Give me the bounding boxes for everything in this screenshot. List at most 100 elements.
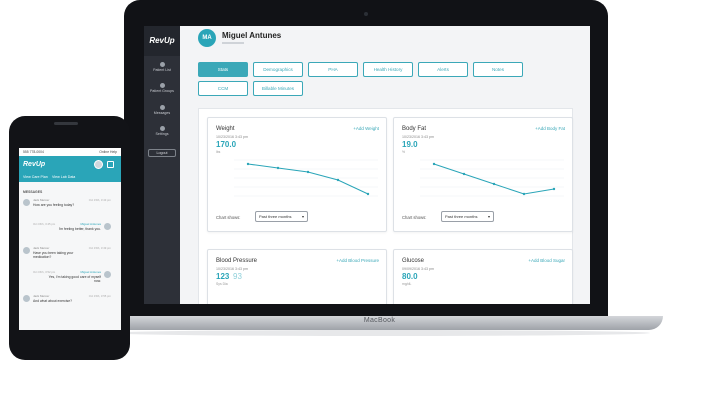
chevron-down-icon: ▾ bbox=[487, 214, 490, 219]
avatar bbox=[23, 199, 30, 206]
main-content: MA Miguel Antunes Stats Demographics PHA… bbox=[180, 26, 590, 304]
tab-billable-minutes[interactable]: Billable Minutes bbox=[253, 81, 303, 96]
patient-name: Miguel Antunes bbox=[222, 31, 282, 40]
card-value: 170.0 bbox=[216, 140, 237, 149]
online-help-link[interactable]: Online Help bbox=[99, 150, 117, 154]
message-item: Miguel Antunes Oct 15th, 3:45 pm I'm feeli… bbox=[19, 222, 115, 244]
message-time: Oct 15th, 3:49 pm bbox=[88, 246, 111, 250]
chart-range-value: Past three months bbox=[445, 214, 478, 219]
avatar bbox=[104, 223, 111, 230]
add-weight-link[interactable]: +Add Weight bbox=[353, 126, 379, 131]
sidebar-item-settings[interactable]: Settings bbox=[144, 126, 180, 136]
add-blood-pressure-link[interactable]: +Add Blood Pressure bbox=[336, 258, 379, 263]
avatar[interactable] bbox=[94, 160, 103, 169]
card-value: 19.0 bbox=[402, 140, 418, 149]
chart-range-value: Past three months bbox=[259, 214, 292, 219]
trend-point bbox=[246, 162, 250, 166]
card-title: Weight bbox=[216, 126, 235, 132]
message-text: Have you been taking your medication? bbox=[33, 251, 74, 259]
tab-alerts[interactable]: Alerts bbox=[418, 62, 468, 77]
weight-card: Weight +Add Weight 10/23/2016 3:43 pm 17… bbox=[207, 117, 387, 232]
phone-status-bar: 555 778-0004 Online Help bbox=[19, 148, 121, 156]
phone-number: 555 778-0004 bbox=[23, 150, 44, 154]
message-text: I'm feeling better, thank you. bbox=[58, 227, 101, 231]
gear-icon bbox=[159, 126, 165, 131]
trend-point bbox=[522, 192, 526, 196]
card-date: 10/23/2016 3:43 pm bbox=[402, 135, 434, 139]
logout-button[interactable]: Logout bbox=[148, 149, 176, 157]
card-value: 80.0 bbox=[402, 272, 418, 281]
body-fat-card: Body Fat +Add Body Fat 10/23/2016 3:43 p… bbox=[393, 117, 573, 232]
card-unit: Sys Dia bbox=[216, 282, 228, 286]
laptop-base: MacBook bbox=[96, 316, 663, 330]
trend-point bbox=[276, 166, 280, 170]
message-item: Jack Mercer Oct 15th, 3:43 pm How are you … bbox=[19, 198, 115, 220]
laptop-camera bbox=[364, 12, 368, 16]
trend-point bbox=[462, 172, 466, 176]
sidebar-item-label: Patient Groups bbox=[150, 89, 174, 93]
weight-trend-chart bbox=[234, 159, 378, 197]
trend-point bbox=[432, 162, 436, 166]
card-value-systolic: 123 bbox=[216, 272, 230, 281]
sidebar-item-patient-groups[interactable]: Patient Groups bbox=[144, 83, 180, 93]
messages-heading: MESSAGES bbox=[23, 190, 43, 194]
message-time: Oct 15th, 3:52 pm bbox=[33, 270, 56, 274]
sidebar-item-messages[interactable]: Messages bbox=[144, 105, 180, 115]
glucose-card: Glucose +Add Blood Sugar 09/09/2016 3:43… bbox=[393, 249, 573, 304]
sidebar-item-patient-list[interactable]: Patient List bbox=[144, 62, 180, 72]
card-title: Body Fat bbox=[402, 126, 427, 132]
card-date: 09/09/2016 3:43 pm bbox=[402, 267, 434, 271]
tab-ccm[interactable]: CCM bbox=[198, 81, 248, 96]
card-unit: % bbox=[402, 150, 406, 154]
app-logo[interactable]: RevUp bbox=[144, 26, 180, 56]
tab-notes[interactable]: Notes bbox=[473, 62, 523, 77]
message-text: How are you feeling today? bbox=[33, 203, 75, 207]
laptop-shadow bbox=[110, 330, 650, 336]
sidebar: RevUp Patient List Patient Groups Messag… bbox=[144, 26, 180, 304]
users-icon bbox=[159, 62, 165, 67]
chat-icon bbox=[159, 105, 165, 110]
tab-stats[interactable]: Stats bbox=[198, 62, 248, 77]
message-item: Miguel Antunes Oct 15th, 3:52 pm Yes, I'm … bbox=[19, 270, 115, 292]
trend-point bbox=[306, 170, 310, 174]
add-body-fat-link[interactable]: +Add Body Fat bbox=[535, 126, 565, 131]
message-time: Oct 15th, 3:55 pm bbox=[88, 294, 111, 298]
logout-icon[interactable] bbox=[107, 161, 114, 168]
add-blood-sugar-link[interactable]: +Add Blood Sugar bbox=[528, 258, 565, 263]
card-date: 10/23/2016 3:43 pm bbox=[216, 267, 248, 271]
card-unit: lbs bbox=[216, 150, 221, 154]
blood-pressure-card: Blood Pressure +Add Blood Pressure 10/23… bbox=[207, 249, 387, 304]
message-time: Oct 15th, 3:45 pm bbox=[33, 222, 56, 226]
laptop-screen: RevUp Patient List Patient Groups Messag… bbox=[144, 26, 590, 304]
avatar bbox=[23, 247, 30, 254]
message-text: Yes, I'm taking good care of myself now. bbox=[48, 275, 101, 283]
message-sender: Jack Mercer bbox=[33, 246, 50, 250]
tab-pha[interactable]: PHA bbox=[308, 62, 358, 77]
trend-line bbox=[247, 163, 369, 195]
card-value-diastolic: 93 bbox=[233, 272, 242, 281]
phone-screen: 555 778-0004 Online Help RevUp View Care… bbox=[19, 148, 121, 330]
tab-demographics[interactable]: Demographics bbox=[253, 62, 303, 77]
phone-header: RevUp View Care Plan View Lab Data bbox=[19, 156, 121, 182]
laptop-brand-label: MacBook bbox=[363, 317, 396, 324]
chart-range-select[interactable]: Past three months ▾ bbox=[255, 211, 308, 222]
view-care-plan-link[interactable]: View Care Plan bbox=[23, 175, 48, 179]
trend-point bbox=[336, 178, 340, 182]
patient-avatar: MA bbox=[198, 29, 216, 47]
chart-range-select[interactable]: Past three months ▾ bbox=[441, 211, 494, 222]
trend-point bbox=[492, 182, 496, 186]
view-lab-data-link[interactable]: View Lab Data bbox=[52, 175, 75, 179]
stats-panel: Weight +Add Weight 10/23/2016 3:43 pm 17… bbox=[198, 108, 573, 304]
sidebar-item-label: Messages bbox=[153, 111, 171, 115]
avatar bbox=[104, 271, 111, 278]
chart-shows-label: Chart shows: bbox=[216, 215, 241, 220]
sidebar-item-label: Patient List bbox=[153, 68, 171, 72]
message-sender: Jack Mercer bbox=[33, 294, 50, 298]
group-icon bbox=[159, 83, 165, 88]
trend-point bbox=[366, 192, 370, 196]
card-date: 10/23/2016 3:43 pm bbox=[216, 135, 248, 139]
message-item: Jack Mercer Oct 15th, 3:49 pm Have you bee… bbox=[19, 246, 115, 268]
phone-speaker bbox=[54, 122, 78, 125]
message-sender: Miguel Antunes bbox=[80, 270, 101, 274]
tab-health-history[interactable]: Health History bbox=[363, 62, 413, 77]
